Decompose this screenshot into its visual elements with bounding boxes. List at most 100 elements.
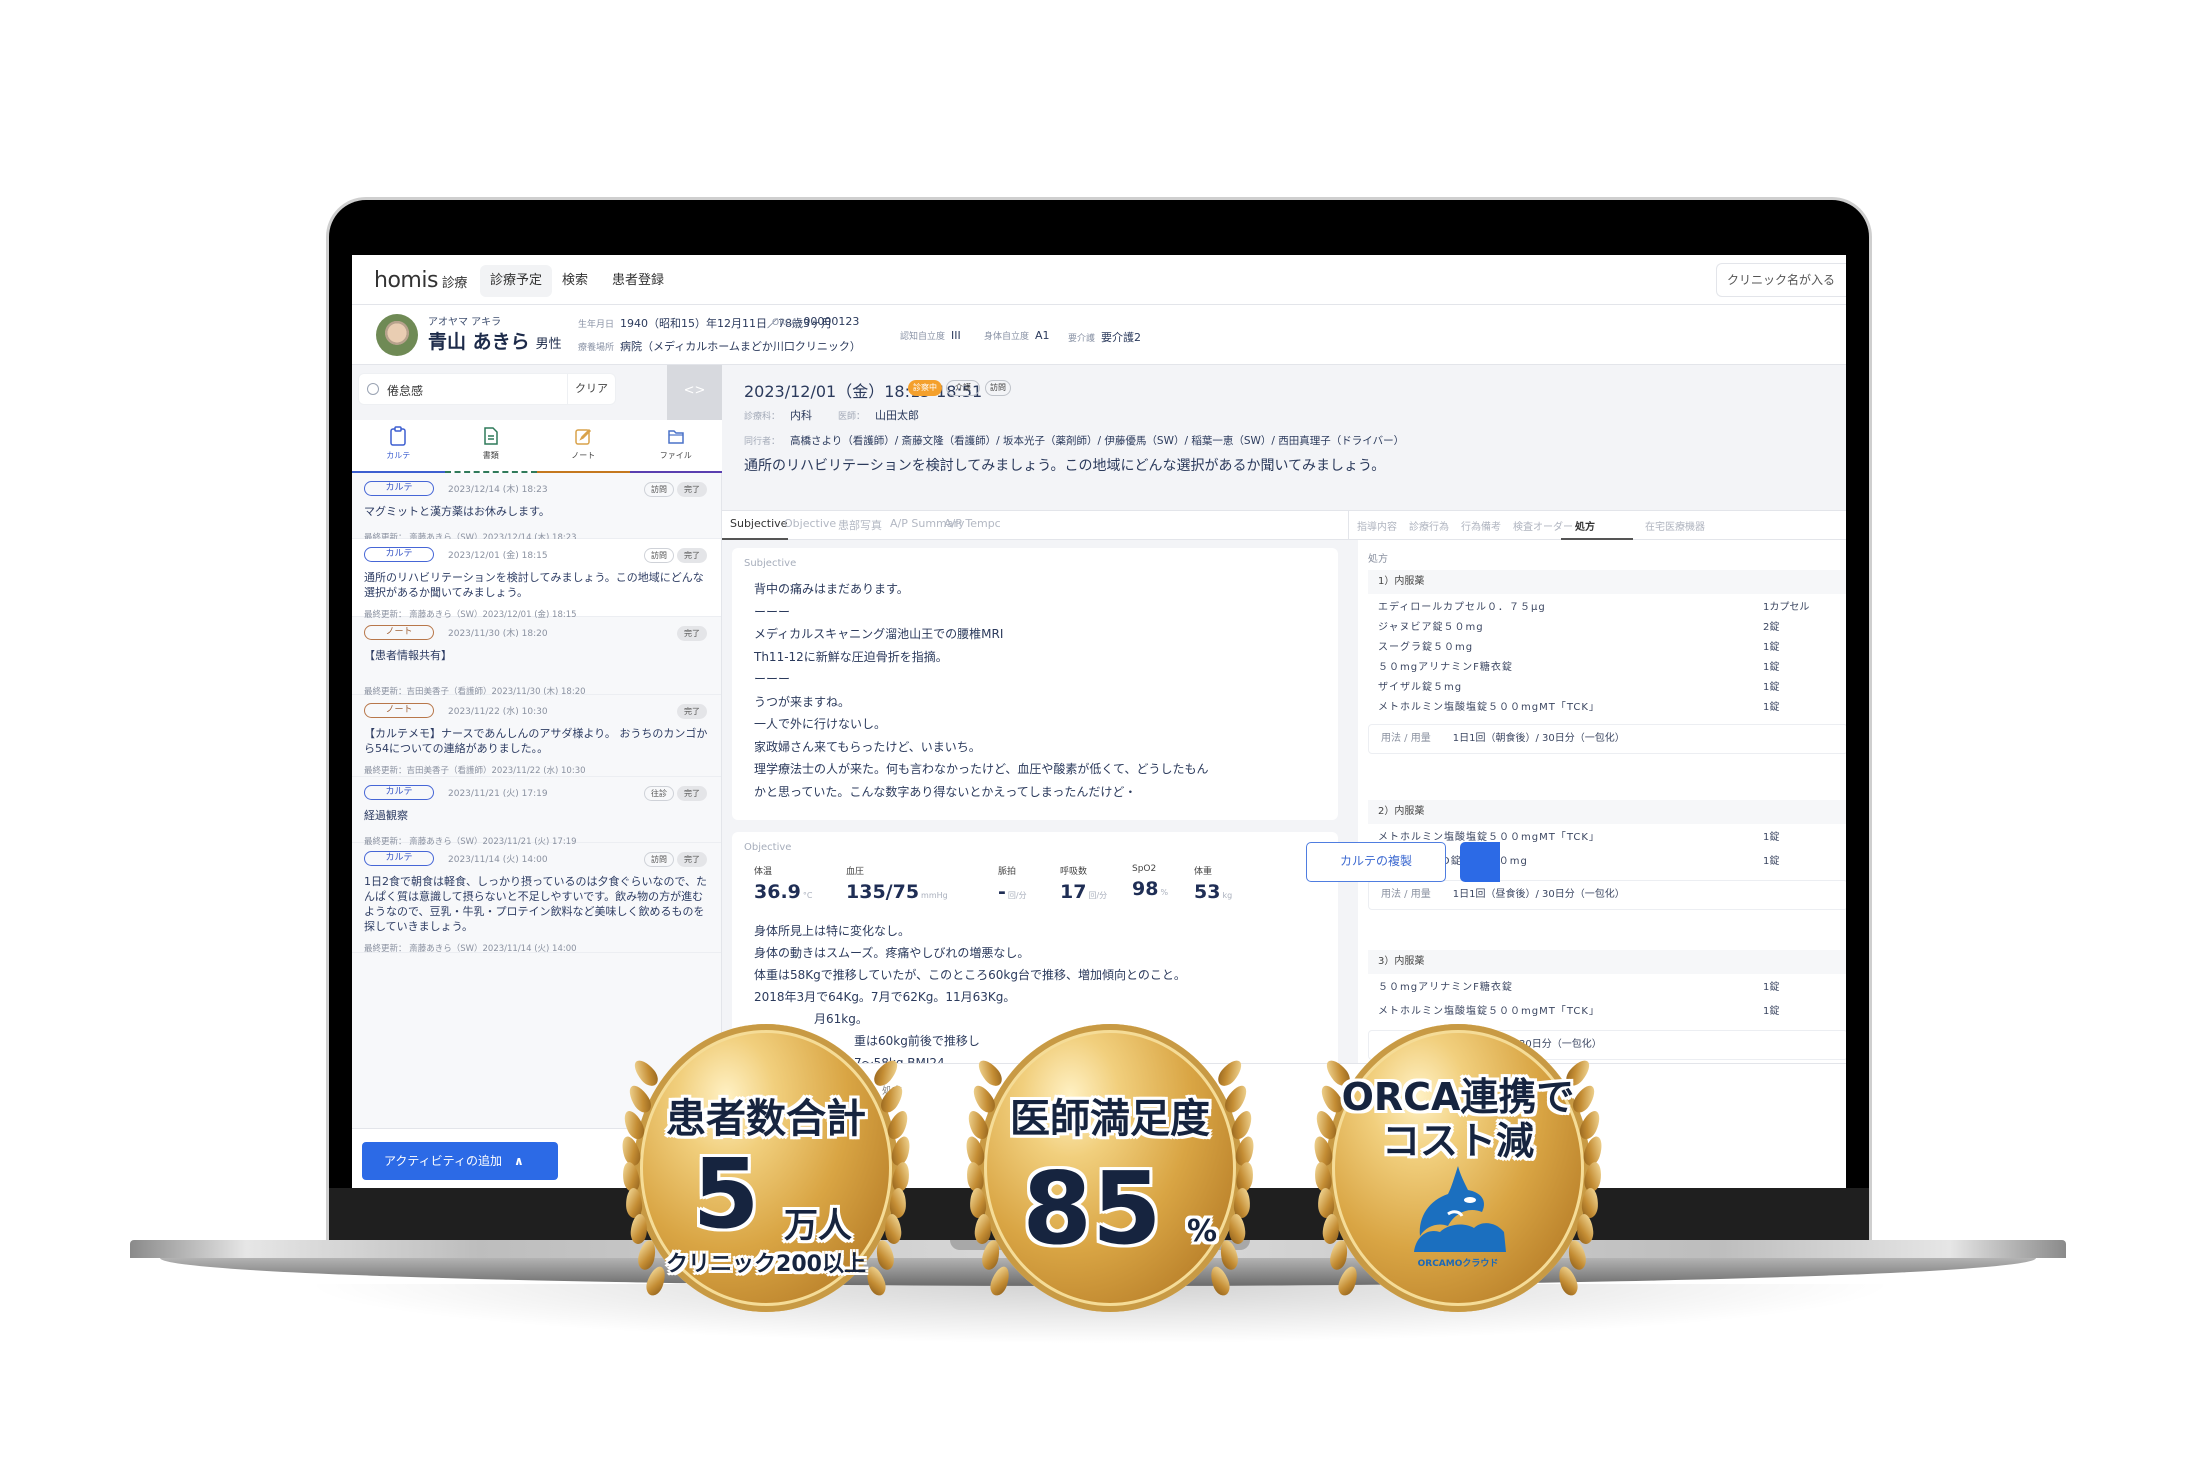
tab-karte-label: カルテ [386, 451, 411, 460]
list-item[interactable]: カルテ 2023/12/14 (木) 18:23 訪問 完了 マグミットと漢方薬はお… [352, 473, 721, 543]
vital-unit: °C [802, 891, 813, 900]
chevron-up-icon: ∧ [513, 1154, 524, 1168]
care-value: 要介護2 [1101, 331, 1142, 344]
activity-search[interactable]: 倦怠感 クリア [358, 373, 616, 405]
tab-objective[interactable]: Objective [784, 517, 836, 530]
nav-search[interactable]: 検索 [552, 265, 598, 297]
orca-logo-text: ORCAMOクラウド [1417, 1259, 1499, 1269]
usage-label: 用法 / 用量 [1381, 733, 1431, 744]
list-item[interactable]: カルテ 2023/11/14 (火) 14:00 訪問 完了 1日2食で朝食は軽食、… [352, 843, 721, 954]
subjective-card: Subjective 背中の痛みはまだあります。 ーーー メディカルスキャニング… [732, 548, 1338, 820]
tab-karte[interactable]: カルテ [352, 420, 445, 473]
search-icon [367, 383, 379, 395]
list-item[interactable]: ノート 2023/11/22 (水) 10:30 完了 【カルテメモ】ナースであん… [352, 695, 721, 777]
search-input[interactable]: 倦怠感 [387, 382, 423, 399]
visit-companions-row: 同行者： 高橋さより（看護師）/ 斎藤文隆（看護師）/ 坂本光子（薬剤師）/ 伊藤… [744, 433, 1404, 448]
tab-procedures[interactable]: 診療行為 [1409, 518, 1449, 533]
drug-qty: 1錠 [1763, 982, 1780, 993]
tab-lab-orders[interactable]: 検査オーダー [1513, 518, 1573, 533]
category-tabs: カルテ 書類 ノート ファイル [352, 420, 722, 473]
type-pill: カルテ [364, 785, 434, 800]
vital-spo2: SpO2 98% [1132, 864, 1172, 903]
visit-badge: 訪問 [644, 852, 674, 867]
rx-item[interactable]: スーグラ錠５０mg 1錠 [1368, 638, 1846, 658]
subjective-line: ーーー [754, 672, 791, 686]
vital-value: 135/75 [846, 881, 920, 903]
usage-value: 1日1回（朝食後）/ 30日分（一包化） [1452, 733, 1625, 744]
tab-prescription[interactable]: 処方 [1575, 518, 1595, 533]
visit-dept-row: 診療科： 内科 医師： 山田太郎 [744, 407, 919, 423]
vital-label: 呼吸数 [1060, 867, 1088, 877]
drug-name: ジャヌビア錠５０mg [1378, 622, 1484, 633]
tab-photos[interactable]: 患部写真 [838, 517, 882, 533]
logo-suffix: 診療 [441, 276, 468, 291]
order-tabs: 指導内容 診療行為 行為備考 検査オーダー 処方 在宅医療機器 [1348, 510, 1846, 540]
cognitive-label: 認知自立度 [900, 332, 946, 342]
nav-schedule[interactable]: 診療予定 [480, 265, 553, 297]
tab-subjective[interactable]: Subjective [730, 517, 787, 530]
vital-weight: 体重 53 kg [1194, 864, 1244, 903]
entry-date: 2023/11/21 (火) 17:19 [448, 789, 548, 799]
tab-documents[interactable]: 書類 [444, 420, 537, 473]
tab-procedure-notes[interactable]: 行為備考 [1461, 518, 1501, 533]
folder-icon [668, 430, 684, 444]
tab-ap-template[interactable]: A/P Tempc [944, 517, 1001, 530]
entry-badges: 訪問 完了 [644, 481, 707, 497]
drug-name: メトホルミン塩酸塩錠５００mgMT「TCK」 [1378, 702, 1600, 713]
clear-button[interactable]: クリア [567, 374, 615, 404]
subjective-text[interactable]: 背中の痛みはまだあります。 ーーー メディカルスキャニング溜池山王での腰椎MRI… [754, 578, 1208, 803]
entry-text: 通所のリハビリテーションを検討してみましょう。この地域にどんな選択があるか聞いて… [364, 571, 704, 599]
medal-satisfaction: 医師満足度 85 % [950, 1018, 1270, 1338]
medal-orca: ORCA連携で コスト減 ORCAMOクラウド [1298, 1018, 1618, 1338]
tab-notes-label: ノート [571, 451, 596, 460]
subjective-line: 一人で外に行けないし。 [754, 717, 887, 731]
list-item[interactable]: ノート 2023/11/30 (木) 18:20 完了 【患者情報共有】 最終更新… [352, 617, 721, 697]
vital-label: 脈拍 [998, 867, 1017, 877]
list-item-selected[interactable]: カルテ 2023/12/01 (金) 18:15 訪問 完了 通所のリハビリテーショ… [352, 539, 721, 620]
entry-text: 【患者情報共有】 [364, 649, 452, 662]
nav-patient-register[interactable]: 患者登録 [602, 265, 674, 297]
rx-usage: 用法 / 用量 1日1回（昼食後）/ 30日分（一包化） [1368, 880, 1846, 910]
edit-icon [575, 428, 592, 445]
vital-value: 36.9 [754, 881, 801, 903]
tab-guidance[interactable]: 指導内容 [1357, 518, 1397, 533]
drug-qty: 2錠 [1763, 622, 1780, 633]
drug-qty: 1錠 [1763, 832, 1780, 843]
vital-label: 血圧 [846, 867, 865, 877]
vitals-row: 体温 36.9 °C 血圧 135/75 mmHg 脈拍 - 回/分 呼吸数 17 回/分 Sp… [754, 864, 1266, 903]
vital-unit: % [1160, 888, 1169, 897]
rx-item[interactable]: ザイザル錠５mg 1錠 [1368, 678, 1846, 698]
entry-meta: 最終更新：吉田美香子（看護師）2023/11/22 (水) 10:30 [364, 766, 586, 776]
tab-files-label: ファイル [659, 451, 692, 460]
drug-name: ５０mgアリナミンF糖衣錠 [1378, 662, 1513, 673]
app-logo[interactable]: homis 診療 [374, 268, 467, 293]
add-activity-button[interactable]: アクティビティの追加 ∧ [362, 1142, 558, 1180]
list-item[interactable]: カルテ 2023/11/21 (火) 17:19 往診 完了 経過観察 最終更新： … [352, 777, 721, 847]
rx-group-header: 1）内服薬 [1368, 570, 1846, 594]
patient-orca: ORCA 00000123 [772, 315, 859, 328]
patient-header: アオヤマ アキラ 青山 あきら 男性 生年月日 1940（昭和15）年12月11日／… [352, 305, 1846, 365]
tab-notes[interactable]: ノート [537, 420, 630, 473]
rx-item[interactable]: メトホルミン塩酸塩錠５００mgMT「TCK」 1錠 [1368, 698, 1846, 718]
cognitive-value: III [951, 329, 961, 342]
patient-name-text: 青山 あきら [428, 331, 530, 353]
tab-home-equipment[interactable]: 在宅医療機器 [1645, 518, 1705, 533]
rx-item[interactable]: ５０mgアリナミンF糖衣錠 1錠 [1368, 658, 1846, 678]
tab-files[interactable]: ファイル [629, 420, 722, 473]
vital-label: 体重 [1194, 867, 1213, 877]
rx-item[interactable]: ジャヌビア錠５０mg 2錠 [1368, 618, 1846, 638]
objective-line: 身体の動きはスムーズ。疼痛やしびれの増悪なし。 [754, 946, 1030, 960]
entry-badges: 訪問 完了 [644, 851, 707, 867]
prescription-panel: 処方 1）内服薬 エディロールカプセル０．７５μg 1カプセル ジャヌビア錠５０m… [1348, 540, 1846, 1063]
clinic-select[interactable]: クリニック名が入る [1716, 263, 1846, 297]
rx-item[interactable]: ５０mgアリナミンF糖衣錠 1錠 [1368, 978, 1846, 998]
drug-name: スーグラ錠５０mg [1378, 642, 1474, 653]
save-button[interactable] [1460, 842, 1500, 882]
copy-karte-button[interactable]: カルテの複製 [1306, 842, 1446, 882]
top-nav-bar: homis 診療 診療予定 検索 患者登録 クリニック名が入る [352, 255, 1846, 305]
orca-value: 00000123 [803, 315, 860, 328]
drug-name: エディロールカプセル０．７５μg [1378, 602, 1546, 613]
rx-item[interactable]: エディロールカプセル０．７５μg 1カプセル [1368, 598, 1846, 618]
visit-badge: 訪問 [644, 482, 674, 497]
collapse-panel-button[interactable]: <> [667, 365, 722, 420]
